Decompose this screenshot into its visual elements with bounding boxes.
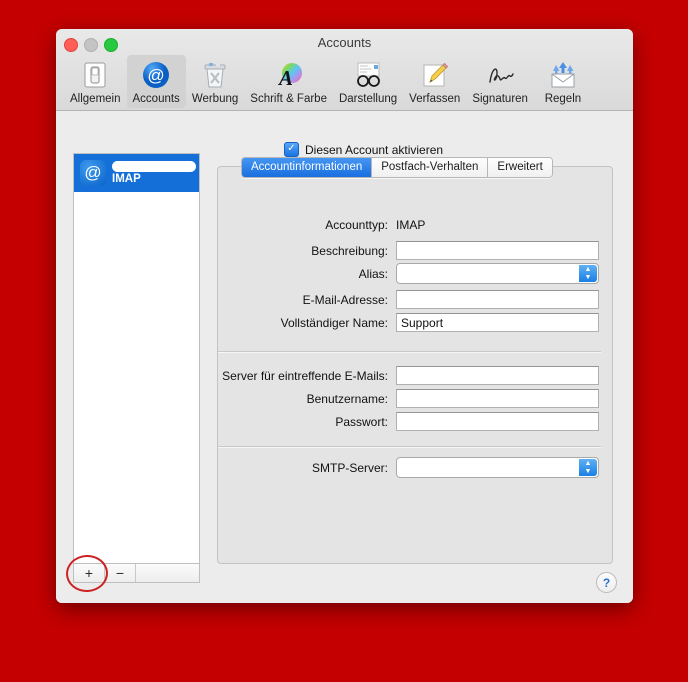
passwort-input[interactable] (396, 412, 599, 431)
general-icon (79, 59, 111, 91)
list-item[interactable]: @ IMAP (74, 154, 199, 192)
toolbar-item-signaturen[interactable]: Signaturen (466, 55, 534, 108)
at-sign-icon: @ (140, 59, 172, 91)
toolbar-item-verfassen[interactable]: Verfassen (403, 55, 466, 108)
section-divider-2 (218, 446, 601, 448)
accounts-list-footer: + − (73, 563, 200, 583)
field-label: SMTP-Server: (311, 460, 388, 475)
field-label: Benutzername: (306, 391, 388, 406)
signature-icon (484, 59, 516, 91)
footer-spacer (136, 564, 199, 582)
account-type-label: IMAP (112, 173, 141, 185)
compose-icon (419, 59, 451, 91)
field-row-incoming-server: Server für eintreffende E-Mails: (196, 366, 633, 385)
field-label: Accounttyp: (325, 218, 388, 232)
preferences-body: @ IMAP + − Accountinformationen Postfach… (56, 111, 633, 603)
chevron-updown-icon[interactable]: ▲ ▼ (579, 459, 597, 476)
alias-combo[interactable]: ▲ ▼ (396, 263, 599, 284)
vollstaendiger-name-input[interactable]: Support (396, 313, 599, 332)
toolbar-item-darstellung[interactable]: Darstellung (333, 55, 403, 108)
toolbar-item-accounts[interactable]: @ Accounts (126, 55, 186, 108)
incoming-server-input[interactable] (396, 366, 599, 385)
tab-erweitert[interactable]: Erweitert (488, 158, 552, 177)
field-row-email-adresse: E-Mail-Adresse: (236, 290, 633, 309)
account-tabs: Accountinformationen Postfach-Verhalten … (241, 157, 553, 178)
section-divider-1 (218, 351, 601, 353)
toolbar-item-label: Regeln (544, 93, 582, 105)
preferences-toolbar: Allgemein @ Accounts Werbung A Schrift &… (64, 55, 625, 108)
toolbar-item-label: Werbung (191, 93, 239, 105)
toolbar-item-label: Schrift & Farbe (250, 93, 327, 105)
email-adresse-input[interactable] (396, 290, 599, 309)
field-label: Vollständiger Name: (280, 315, 388, 330)
toolbar-item-label: Allgemein (70, 93, 121, 105)
viewing-icon (352, 59, 384, 91)
toolbar-item-label: Verfassen (409, 93, 461, 105)
benutzername-input[interactable] (396, 389, 599, 408)
field-label: Alias: (358, 266, 388, 281)
toolbar-item-werbung[interactable]: Werbung (186, 55, 244, 108)
field-label: Passwort: (335, 414, 388, 429)
add-account-button[interactable]: + (74, 564, 105, 582)
toolbar-item-label: Signaturen (472, 93, 528, 105)
smtp-server-combo[interactable]: ▲ ▼ (396, 457, 599, 478)
field-row-vollstaendiger-name: Vollständiger Name: Support (236, 313, 633, 332)
field-row-benutzername: Benutzername: (196, 389, 633, 408)
chevron-updown-icon[interactable]: ▲ ▼ (579, 265, 597, 282)
accounttyp-value: IMAP (396, 218, 426, 232)
enable-account-label: Diesen Account aktivieren (305, 142, 444, 157)
field-label: E-Mail-Adresse: (302, 292, 388, 307)
toolbar-item-label: Accounts (132, 93, 180, 105)
svg-text:@: @ (148, 66, 165, 85)
window-titlebar: Accounts Allgemein @ Accounts Werbung A … (56, 29, 633, 111)
account-name-redacted (112, 161, 196, 172)
accounts-list[interactable]: @ IMAP (73, 153, 200, 564)
help-button[interactable]: ? (596, 572, 617, 593)
toolbar-item-allgemein[interactable]: Allgemein (64, 55, 127, 108)
accounts-preferences-window: Accounts Allgemein @ Accounts Werbung A … (56, 29, 633, 603)
field-row-beschreibung: Beschreibung: (236, 241, 633, 260)
toolbar-item-schrift-farbe[interactable]: A Schrift & Farbe (244, 55, 333, 108)
enable-account-row[interactable]: ✓ Diesen Account aktivieren (284, 142, 443, 157)
window-title: Accounts (317, 35, 372, 50)
toolbar-item-label: Darstellung (338, 93, 398, 105)
at-sign-icon: @ (80, 160, 106, 186)
beschreibung-input[interactable] (396, 241, 599, 260)
field-row-accounttyp: Accounttyp: IMAP (236, 218, 468, 232)
junk-bin-icon (199, 59, 231, 91)
field-label: Beschreibung: (311, 243, 388, 258)
rules-icon (547, 59, 579, 91)
field-row-smtp-server: SMTP-Server: ▲ ▼ (236, 457, 633, 478)
tab-accountinformationen[interactable]: Accountinformationen (242, 158, 373, 177)
font-color-icon: A (273, 59, 305, 91)
svg-text:A: A (277, 66, 293, 90)
toolbar-item-regeln[interactable]: Regeln (534, 55, 592, 108)
field-row-passwort: Passwort: (196, 412, 633, 431)
field-row-alias: Alias: ▲ ▼ (236, 263, 633, 284)
account-summary: IMAP (112, 161, 196, 185)
field-label: Server für eintreffende E-Mails: (222, 368, 388, 383)
tab-postfach-verhalten[interactable]: Postfach-Verhalten (372, 158, 489, 177)
remove-account-button[interactable]: − (105, 564, 136, 582)
enable-account-checkbox[interactable]: ✓ (284, 142, 299, 157)
